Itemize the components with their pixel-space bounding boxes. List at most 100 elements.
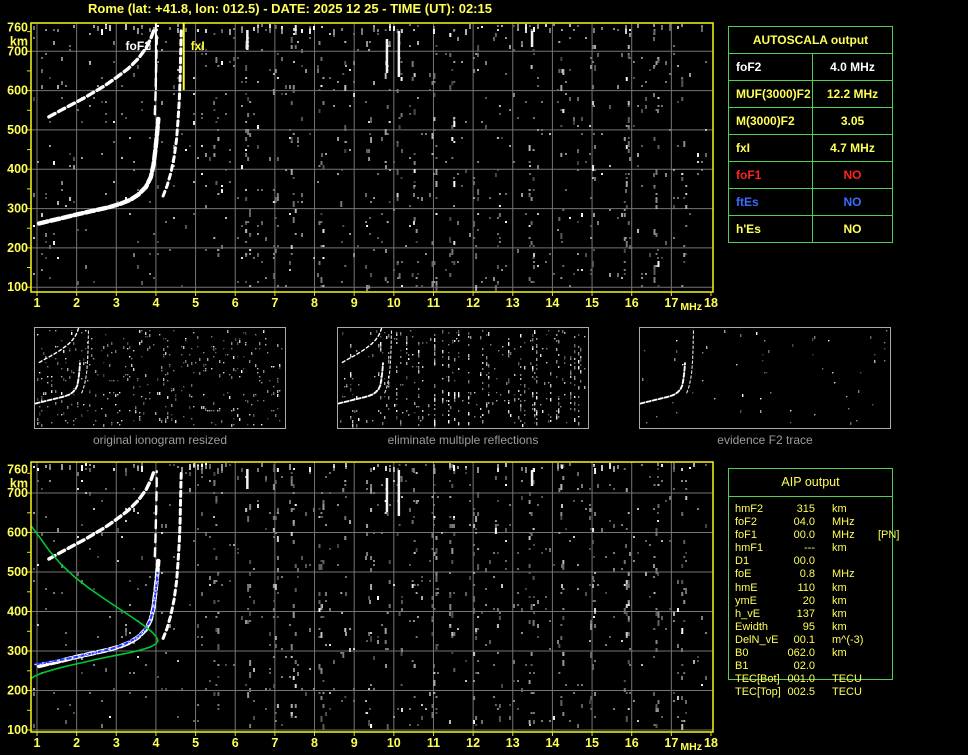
- parameter-label: MUF(3000)F2: [729, 81, 813, 107]
- y-axis-unit: km: [10, 35, 28, 49]
- aip-row: ymE 20 km: [729, 595, 892, 608]
- y-axis-unit: km: [10, 476, 28, 490]
- grid-lines: [31, 462, 713, 732]
- svg-text:8: 8: [311, 296, 318, 310]
- svg-text:600: 600: [7, 84, 28, 98]
- svg-text:300: 300: [7, 202, 28, 216]
- svg-text:760: 760: [7, 21, 28, 35]
- f2-trace: [161, 469, 183, 640]
- svg-text:1: 1: [34, 296, 41, 310]
- aip-parameter-name: foE: [735, 568, 752, 581]
- parameter-value: NO: [843, 222, 862, 236]
- aip-parameter-unit: MHz: [832, 529, 855, 542]
- aip-parameter-name: B1: [735, 660, 749, 673]
- thumbnail-label-reflections: eliminate multiple reflections: [387, 433, 539, 447]
- parameter-label: foF2: [729, 54, 813, 80]
- x-axis-labels: 1 2 3 4 5 6 7 8 9 10 11 12 13 14 15 16 17 18MHz: [34, 296, 718, 313]
- aip-parameter-value: 95: [802, 620, 815, 633]
- svg-text:17: 17: [664, 736, 678, 750]
- svg-text:300: 300: [7, 644, 28, 658]
- svg-text:8: 8: [311, 736, 318, 750]
- aip-parameter-flag: [878, 516, 892, 529]
- aip-parameter-name: hmF2: [735, 503, 764, 515]
- svg-text:200: 200: [7, 241, 28, 255]
- autoscala-output-table: AUTOSCALA output foF2 4.0 MHz MUF(3000)F2 1…: [728, 26, 893, 243]
- f2-trace: [47, 468, 157, 561]
- svg-text:12: 12: [466, 296, 480, 310]
- x-axis-unit: MHz: [680, 301, 702, 313]
- aip-parameter-value: 315: [796, 503, 815, 515]
- autoscala-row: ftEs NO: [729, 189, 892, 216]
- aip-parameter-flag: [878, 503, 892, 516]
- aip-parameter-value: 110: [797, 581, 815, 594]
- aip-parameter-unit: [832, 660, 878, 673]
- top-ionogram-plot: 760700600500400300200100km1 2 3 4 5 6 7 8 9 10 11 1…: [7, 21, 718, 313]
- svg-text:2: 2: [73, 736, 80, 750]
- svg-text:13: 13: [506, 736, 520, 750]
- ionogram-traces: [30, 468, 183, 680]
- aip-row: foE 0.8 MHz: [729, 568, 892, 581]
- svg-text:12: 12: [466, 736, 480, 750]
- parameter-label: fxI: [729, 135, 813, 161]
- ionogram-traces: [36, 26, 183, 226]
- thumbnail-original-ionogram: [34, 327, 286, 429]
- parameter-label: ftEs: [729, 189, 813, 215]
- thumbnail-label-original: original ionogram resized: [92, 433, 228, 447]
- svg-text:3: 3: [113, 736, 120, 750]
- aip-parameter-flag: [878, 595, 892, 608]
- aip-row: B0 062.0 km: [729, 647, 892, 660]
- aip-row: Ewidth 95 km: [729, 621, 892, 634]
- svg-text:6: 6: [232, 736, 239, 750]
- f2-trace: [161, 27, 183, 198]
- aip-parameter-unit: MHz: [832, 568, 855, 581]
- marker-fxI: fxI: [182, 23, 205, 90]
- aip-parameter-unit: km: [832, 503, 847, 515]
- svg-text:400: 400: [7, 605, 28, 619]
- bottom-ionogram-plot: 760700600500400300200100km1 2 3 4 5 6 7 8 9 10 11 1…: [7, 461, 718, 753]
- aip-row: DelN_vE 00.1 m^(-3): [729, 634, 892, 647]
- svg-text:600: 600: [7, 526, 28, 540]
- y-axis-labels: 760700600500400300200100km: [7, 21, 28, 295]
- aip-parameter-name: h_vE: [735, 607, 761, 620]
- svg-text:15: 15: [585, 736, 599, 750]
- aip-row: h_vE 137 km: [729, 608, 892, 621]
- parameter-label: M(3000)F2: [729, 108, 813, 134]
- svg-text:100: 100: [7, 723, 28, 737]
- aip-parameter-unit: km: [832, 581, 847, 594]
- aip-parameter-unit: MHz: [832, 516, 855, 529]
- aip-parameter-value: 20: [802, 594, 815, 607]
- aip-parameter-unit: TECU: [832, 686, 862, 699]
- svg-text:16: 16: [625, 296, 639, 310]
- svg-text:2: 2: [73, 296, 80, 310]
- aip-parameter-flag: [878, 686, 892, 699]
- aip-parameter-name: foF1: [735, 529, 758, 542]
- svg-text:100: 100: [7, 280, 28, 294]
- aip-parameter-flag: [878, 555, 892, 568]
- svg-text:foF2: foF2: [126, 39, 152, 53]
- aip-row: foF1 00.0 MHz [PN]: [729, 529, 899, 542]
- aip-parameter-unit: km: [832, 542, 847, 555]
- parameter-label: foF1: [729, 162, 813, 188]
- aip-parameter-value: 137: [796, 607, 815, 620]
- aip-parameter-flag: [878, 568, 892, 581]
- thumbnail-f2-trace-evidence: [639, 327, 891, 429]
- aip-parameter-name: TEC[Bot]: [735, 673, 780, 686]
- aip-row: foF2 04.0 MHz: [729, 516, 892, 529]
- aip-parameter-name: ymE: [735, 594, 757, 607]
- svg-text:7: 7: [271, 736, 278, 750]
- svg-text:16: 16: [625, 736, 639, 750]
- svg-text:4: 4: [152, 736, 159, 750]
- aip-parameter-value: 00.0: [793, 529, 815, 542]
- aip-row: hmE 110 km: [729, 582, 892, 595]
- aip-parameter-unit: km: [832, 607, 847, 620]
- aip-parameter-value: 062.0: [787, 647, 815, 660]
- aip-parameter-name: TEC[Top]: [735, 686, 781, 699]
- autoscala-row: M(3000)F2 3.05: [729, 108, 892, 135]
- aip-parameter-value: ---: [804, 542, 815, 555]
- svg-text:1: 1: [34, 736, 41, 750]
- aip-output-table: AIP output hmF2 315 km foF2 04.0 MHz foF1 00.0 M…: [728, 468, 899, 698]
- thumbnail-label-f2-trace: evidence F2 trace: [717, 433, 813, 447]
- aip-parameter-flag: [878, 582, 892, 595]
- parameter-value: NO: [843, 195, 862, 209]
- aip-parameter-unit: km: [832, 647, 847, 660]
